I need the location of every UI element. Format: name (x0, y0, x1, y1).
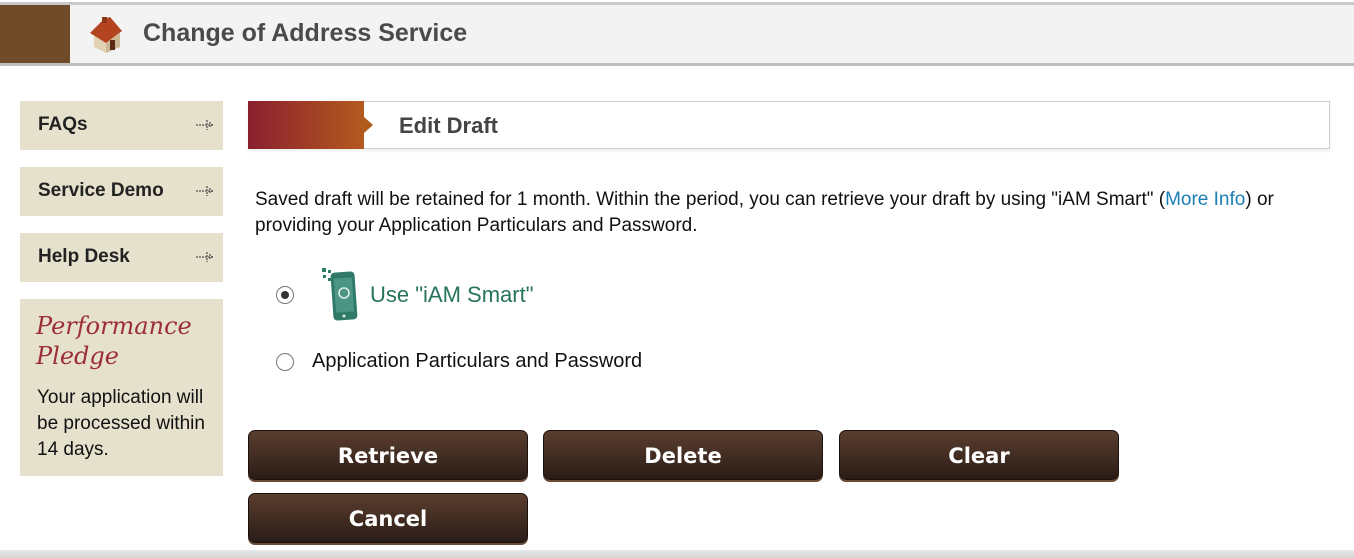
radio-application-particulars[interactable] (276, 352, 294, 371)
section-title: Edit Draft (399, 113, 498, 138)
option-application-particulars[interactable]: Application Particulars and Password (276, 350, 642, 373)
cancel-button[interactable]: Cancel (248, 493, 528, 543)
pledge-text: Your application will be processed withi… (37, 387, 205, 460)
footer-divider (0, 550, 1354, 558)
sidebar-item-service-demo[interactable]: Service Demo (20, 167, 223, 216)
app-title: Change of Address Service (143, 19, 468, 47)
sidebar-item-label: FAQs (38, 114, 88, 135)
sidebar-item-label: Help Desk (38, 246, 130, 267)
sidebar-item-label: Service Demo (38, 180, 164, 201)
top-header: Change of Address Service (0, 2, 1354, 66)
expand-arrow-icon (196, 252, 214, 262)
radio-iam-smart[interactable] (276, 286, 294, 304)
option-label: Application Particulars and Password (312, 350, 643, 372)
house-icon (90, 17, 122, 53)
sidebar: FAQs Service Demo Help Desk Performance … (20, 101, 223, 476)
section-header: Edit Draft (248, 101, 1330, 149)
pledge-title: Performance Pledge (36, 311, 192, 371)
section-header-accent (248, 101, 373, 149)
draft-description: Saved draft will be retained for 1 month… (255, 187, 1315, 239)
clear-button[interactable]: Clear (839, 430, 1119, 480)
option-iam-smart[interactable]: Use "iAM Smart" (276, 266, 534, 324)
expand-arrow-icon (196, 186, 214, 196)
pledge-title-line2: Pledge (36, 342, 119, 370)
description-text: Saved draft will be retained for 1 month… (255, 189, 1166, 210)
option-label: Use "iAM Smart" (370, 282, 534, 307)
performance-pledge-box: Performance Pledge Your application will… (20, 299, 223, 476)
more-info-link[interactable]: More Info (1165, 189, 1245, 210)
retrieve-button[interactable]: Retrieve (248, 430, 528, 480)
expand-arrow-icon (196, 120, 214, 130)
pledge-title-line1: Performance (36, 312, 192, 340)
iam-smart-phone-icon (322, 268, 358, 321)
sidebar-item-help-desk[interactable]: Help Desk (20, 233, 223, 282)
header-brand-block (0, 5, 70, 63)
delete-button[interactable]: Delete (543, 430, 823, 480)
sidebar-item-faqs[interactable]: FAQs (20, 101, 223, 150)
